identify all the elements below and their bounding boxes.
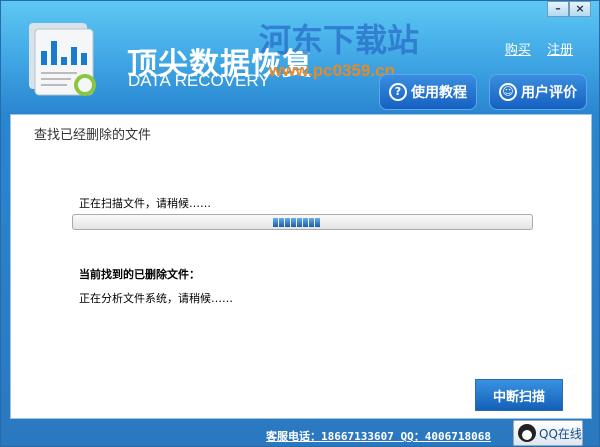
analyze-status: 正在分析文件系统，请稍候…… bbox=[79, 292, 233, 305]
header-links: 购买 注册 bbox=[493, 39, 573, 58]
window-controls: – × bbox=[547, 1, 591, 17]
watermark-url: www.pc0359.cn bbox=[269, 61, 395, 80]
qq-online-label: QQ在线 bbox=[539, 426, 582, 441]
tutorial-button[interactable]: ? 使用教程 bbox=[379, 74, 477, 110]
reviews-button[interactable]: ☺ 用户评价 bbox=[489, 74, 587, 110]
stop-scan-button[interactable]: 中断扫描 bbox=[475, 379, 563, 411]
help-icon: ? bbox=[389, 83, 407, 101]
qq-online-button[interactable]: QQ在线 bbox=[513, 420, 583, 446]
tutorial-label: 使用教程 bbox=[411, 85, 467, 101]
contact-info-link[interactable]: 客服电话：18667133607 QQ：4006718068 bbox=[266, 428, 491, 444]
watermark-title: 河东下载站 bbox=[259, 21, 420, 59]
reviews-label: 用户评价 bbox=[521, 85, 577, 101]
app-window: – × 顶尖数据恢复 DATA RECOVERY 河东下载站 www.pc035… bbox=[0, 0, 600, 447]
user-review-icon: ☺ bbox=[499, 83, 517, 101]
found-files-label: 当前找到的已删除文件： bbox=[79, 268, 200, 281]
progress-indicator bbox=[273, 218, 320, 227]
panel-title: 查找已经删除的文件 bbox=[34, 128, 152, 143]
minimize-button[interactable]: – bbox=[547, 1, 569, 17]
qq-penguin-icon bbox=[518, 424, 536, 442]
close-button[interactable]: × bbox=[569, 1, 591, 17]
scan-progress-bar bbox=[72, 214, 533, 230]
scan-panel: 查找已经删除的文件 正在扫描文件，请稍候…… 当前找到的已删除文件： 正在分析文… bbox=[10, 114, 592, 419]
scan-status: 正在扫描文件，请稍候…… bbox=[79, 197, 211, 210]
app-logo-icon bbox=[29, 23, 96, 96]
buy-link[interactable]: 购买 bbox=[505, 43, 531, 58]
register-link[interactable]: 注册 bbox=[547, 43, 573, 58]
app-subtitle: DATA RECOVERY bbox=[128, 71, 270, 90]
